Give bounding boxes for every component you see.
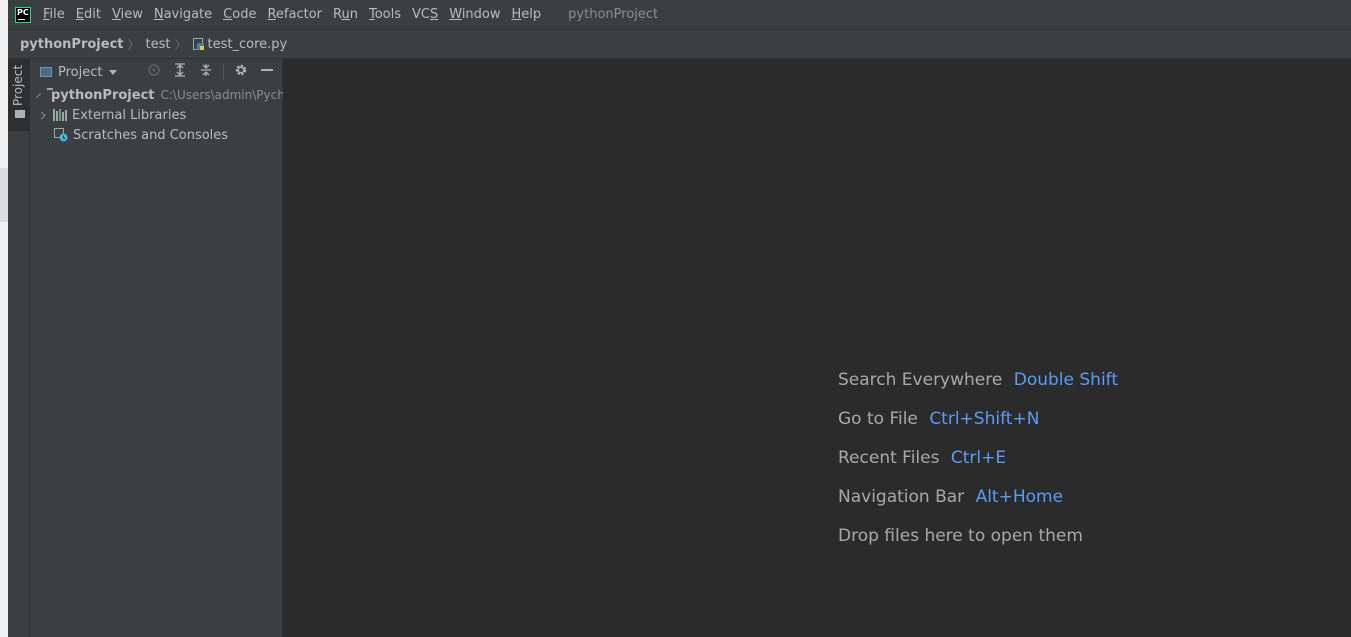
menu-tools[interactable]: Tools bbox=[369, 7, 401, 22]
hide-panel-icon[interactable] bbox=[258, 63, 276, 81]
project-panel-header: Project bbox=[30, 59, 282, 85]
breadcrumb-folder[interactable]: test bbox=[146, 37, 171, 52]
tree-item-path: C:\Users\admin\PycharmProjects bbox=[160, 88, 284, 102]
project-view-selector[interactable]: Project bbox=[58, 65, 102, 80]
empty-editor-hints: Search Everywhere Double Shift Go to Fil… bbox=[838, 370, 1118, 565]
project-tab-label: Project bbox=[11, 64, 25, 106]
tree-item-label: Scratches and Consoles bbox=[73, 127, 229, 143]
tree-item-external-libraries[interactable]: External Libraries bbox=[30, 105, 283, 125]
hint-navigation-bar: Navigation Bar Alt+Home bbox=[838, 487, 1118, 526]
menu-help[interactable]: Help bbox=[512, 7, 542, 22]
expand-all-icon[interactable] bbox=[171, 63, 189, 81]
project-panel: Project pythonProject C:\Users\admin\Pyc… bbox=[30, 59, 283, 637]
menu-run[interactable]: Run bbox=[333, 7, 358, 22]
hint-text: Search Everywhere bbox=[838, 370, 1003, 390]
editor-area[interactable]: Search Everywhere Double Shift Go to Fil… bbox=[283, 59, 1351, 637]
menu-view[interactable]: View bbox=[112, 7, 143, 22]
folder-icon bbox=[15, 110, 25, 118]
menu-edit[interactable]: Edit bbox=[76, 7, 101, 22]
hint-shortcut: Ctrl+E bbox=[950, 448, 1007, 468]
chevron-right-icon[interactable] bbox=[37, 111, 46, 119]
breadcrumb-separator-icon: 〉 bbox=[174, 37, 187, 52]
tree-item-label: pythonProject bbox=[51, 87, 155, 103]
hint-go-to-file: Go to File Ctrl+Shift+N bbox=[838, 409, 1118, 448]
chevron-right-icon[interactable] bbox=[36, 92, 41, 98]
hint-drop-files: Drop files here to open them bbox=[838, 526, 1118, 565]
menu-code[interactable]: Code bbox=[223, 7, 256, 22]
project-tool-tab[interactable]: Project bbox=[8, 59, 30, 131]
menu-navigate[interactable]: Navigate bbox=[154, 7, 212, 22]
hint-text: Navigation Bar bbox=[838, 487, 965, 507]
toolbar-divider bbox=[223, 64, 224, 80]
panel-toolbar bbox=[137, 63, 276, 81]
menu-file[interactable]: File bbox=[43, 7, 65, 22]
breadcrumb: pythonProject 〉 test 〉 test_core.py bbox=[8, 30, 1351, 59]
project-view-icon bbox=[40, 67, 52, 77]
desktop-edge-mark bbox=[0, 168, 8, 222]
hint-search-everywhere: Search Everywhere Double Shift bbox=[838, 370, 1118, 409]
gear-icon[interactable] bbox=[232, 63, 250, 81]
chevron-down-icon[interactable] bbox=[109, 69, 118, 75]
window-title: pythonProject bbox=[568, 7, 659, 22]
collapse-all-icon[interactable] bbox=[197, 63, 215, 81]
tree-item-label: External Libraries bbox=[72, 107, 187, 123]
menu-bar: PC File Edit View Navigate Code Refactor… bbox=[8, 0, 1351, 30]
pycharm-logo-icon: PC bbox=[15, 6, 31, 23]
logo-text: PC bbox=[17, 7, 29, 17]
hint-shortcut: Ctrl+Shift+N bbox=[929, 409, 1040, 429]
hint-shortcut: Alt+Home bbox=[975, 487, 1064, 507]
hint-text: Drop files here to open them bbox=[838, 526, 1083, 546]
tree-item-pythonproject[interactable]: pythonProject C:\Users\admin\PycharmProj… bbox=[30, 85, 283, 105]
tree-item-scratches[interactable]: Scratches and Consoles bbox=[30, 125, 283, 145]
breadcrumb-project[interactable]: pythonProject bbox=[20, 37, 124, 52]
locate-file-icon[interactable] bbox=[145, 63, 163, 81]
menu-vcs[interactable]: VCS bbox=[412, 7, 438, 22]
hint-shortcut: Double Shift bbox=[1013, 370, 1119, 390]
library-icon bbox=[53, 109, 67, 121]
hint-text: Recent Files bbox=[838, 448, 940, 468]
scratches-icon bbox=[54, 128, 68, 142]
hint-recent-files: Recent Files Ctrl+E bbox=[838, 448, 1118, 487]
menu-window[interactable]: Window bbox=[449, 7, 500, 22]
hint-text: Go to File bbox=[838, 409, 918, 429]
breadcrumb-separator-icon: 〉 bbox=[127, 37, 140, 52]
breadcrumb-file[interactable]: test_core.py bbox=[208, 37, 288, 52]
desktop-edge bbox=[0, 0, 8, 637]
pycharm-window: PC File Edit View Navigate Code Refactor… bbox=[0, 0, 1351, 637]
left-tool-stripe: Project bbox=[8, 59, 30, 637]
python-file-icon bbox=[192, 37, 205, 51]
menu-refactor[interactable]: Refactor bbox=[267, 7, 322, 22]
